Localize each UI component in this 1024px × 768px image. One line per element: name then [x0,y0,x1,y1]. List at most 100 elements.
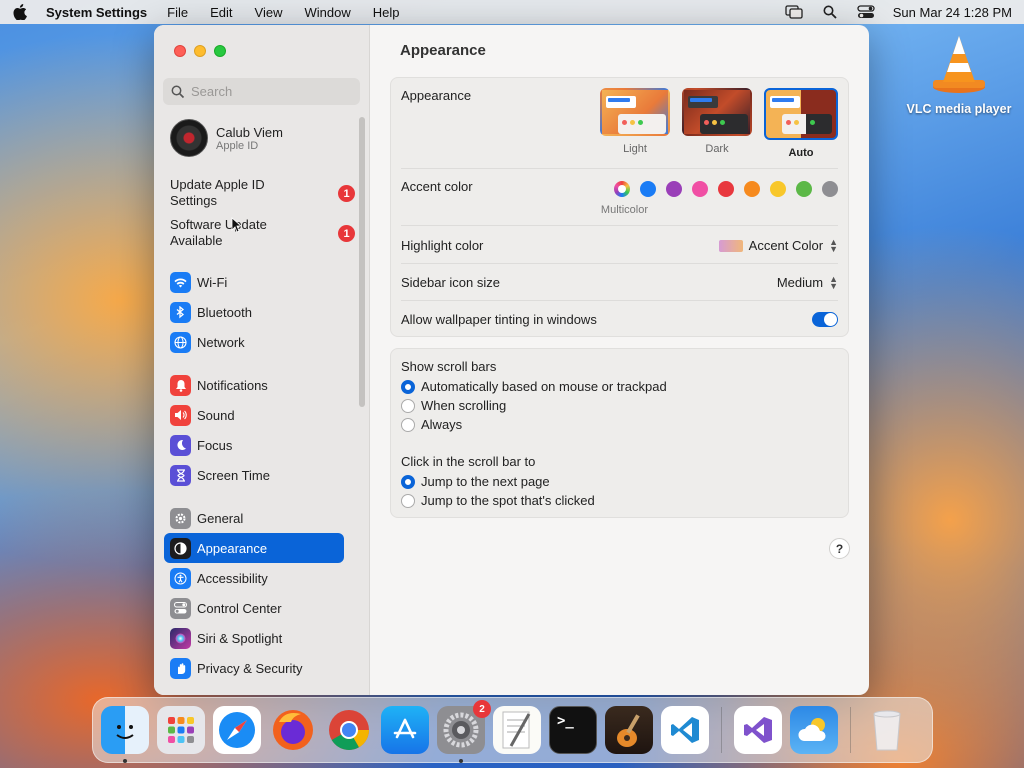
running-indicator [123,759,127,763]
accent-green-swatch[interactable] [796,181,812,197]
radio-button[interactable] [401,417,415,432]
sidebar-item-label: Privacy & Security [197,660,303,676]
sidebar-icon-size-label: Sidebar icon size [401,275,500,290]
dock-launchpad-icon[interactable] [157,706,205,754]
dock-textedit-icon[interactable] [493,706,541,754]
dock-garageband-icon[interactable] [605,706,653,754]
radio-jump-spot-clicked[interactable]: Jump to the spot that's clicked [401,493,595,508]
sidebar-item-wifi[interactable]: Wi-Fi [164,267,344,297]
desktop-vlc-shortcut[interactable]: VLC media player [900,34,1018,116]
screen-mirroring-icon[interactable] [785,5,803,19]
radio-label: Always [421,417,463,432]
apple-menu-icon[interactable] [12,4,28,20]
radio-button[interactable] [401,379,415,394]
radio-button[interactable] [401,398,415,413]
accent-pink-swatch[interactable] [692,181,708,197]
dock-weather-icon[interactable] [790,706,838,754]
sidebar-item-appearance[interactable]: Appearance [164,533,344,563]
avatar [170,119,208,157]
menu-edit[interactable]: Edit [210,5,232,20]
menu-view[interactable]: View [255,5,283,20]
highlight-color-label: Highlight color [401,238,484,253]
radio-scroll-always[interactable]: Always [401,417,462,432]
sidebar-item-accessibility[interactable]: Accessibility [164,563,344,593]
dock-firefox-icon[interactable] [269,706,317,754]
scroll-bar-settings-card: Show scroll bars Automatically based on … [390,348,849,518]
menu-help[interactable]: Help [373,5,400,20]
search-input[interactable]: Search [163,78,360,105]
appearance-option-dark[interactable]: Dark [682,88,752,159]
light-mode-thumbnail-icon [600,88,670,136]
dock-vscode-icon[interactable] [661,706,709,754]
update-apple-id-notice[interactable]: Update Apple ID Settings 1 [170,177,355,209]
wallpaper-tinting-toggle[interactable] [812,312,838,327]
menu-window[interactable]: Window [304,5,350,20]
minimize-window-button[interactable] [194,45,206,57]
software-update-notice[interactable]: Software Update Available 1 [170,217,355,249]
scrollbar-thumb[interactable] [359,117,365,407]
appearance-option-light[interactable]: Light [600,88,670,159]
sidebar-item-focus[interactable]: Focus [164,430,344,460]
menu-file[interactable]: File [167,5,188,20]
sidebar-scrollbar[interactable] [359,117,365,407]
sidebar-item-network[interactable]: Network [164,327,344,357]
close-window-button[interactable] [174,45,186,57]
show-scroll-bars-row: Show scroll bars [401,359,838,374]
appearance-option-auto[interactable]: Auto [764,88,838,159]
accent-blue-swatch[interactable] [640,181,656,197]
accent-purple-swatch[interactable] [666,181,682,197]
dock-safari-icon[interactable] [213,706,261,754]
highlight-color-popup[interactable]: Accent Color ▲ ▼ [718,237,838,253]
accent-graphite-swatch[interactable] [822,181,838,197]
dock-system-settings-icon[interactable]: 2 [437,700,491,763]
notification-badge: 1 [338,185,355,202]
accent-orange-swatch[interactable] [744,181,760,197]
radio-button[interactable] [401,493,415,508]
sidebar-item-privacy-security[interactable]: Privacy & Security [164,653,344,683]
dock-visual-studio-icon[interactable] [734,706,782,754]
search-icon [171,85,185,99]
sidebar-item-control-center[interactable]: Control Center [164,593,344,623]
sidebar-item-label: Wi-Fi [197,274,228,290]
accent-red-swatch[interactable] [718,181,734,197]
radio-jump-next-page[interactable]: Jump to the next page [401,474,550,489]
sidebar-item-label: Network [197,334,245,350]
control-center-icon[interactable] [857,5,875,19]
sidebar-item-bluetooth[interactable]: Bluetooth [164,297,344,327]
zoom-window-button[interactable] [214,45,226,57]
highlight-color-value: Accent Color [748,238,824,253]
appearance-label: Appearance [401,88,472,103]
highlight-color-row: Highlight color Accent Color ▲ ▼ [401,237,838,253]
show-scroll-bars-label: Show scroll bars [401,359,497,374]
dock-app-store-icon[interactable] [381,706,429,754]
app-name-menu[interactable]: System Settings [46,5,147,20]
sidebar-icon-size-popup[interactable]: Medium ▲ ▼ [777,274,838,290]
notification-badge: 1 [338,225,355,242]
mouse-pointer-icon [231,217,243,233]
help-button[interactable]: ? [829,538,850,559]
appearance-settings-card: Appearance Light Dark Auto Accent color … [390,77,849,337]
accent-color-label: Accent color [401,179,473,194]
dock-terminal-icon[interactable]: >_ [549,706,597,754]
sidebar-item-label: Appearance [197,540,268,556]
click-scroll-bar-label: Click in the scroll bar to [401,454,536,469]
sidebar-item-general[interactable]: General [164,503,344,533]
sidebar-item-screen-time[interactable]: Screen Time [164,460,344,490]
appearance-icon [170,537,191,559]
radio-button[interactable] [401,474,415,489]
apple-id-account[interactable]: Calub Viem Apple ID [170,119,283,157]
radio-scroll-automatic[interactable]: Automatically based on mouse or trackpad [401,379,667,394]
sidebar-item-sound[interactable]: Sound [164,400,344,430]
accent-multicolor-swatch[interactable] [614,181,630,197]
menubar-clock[interactable]: Sun Mar 24 1:28 PM [893,5,1012,20]
accent-yellow-swatch[interactable] [770,181,786,197]
spotlight-search-icon[interactable] [821,5,839,19]
sidebar-item-siri-spotlight[interactable]: Siri & Spotlight [164,623,344,653]
dock-chrome-icon[interactable] [325,706,373,754]
radio-label: Jump to the spot that's clicked [421,493,595,508]
radio-scroll-when-scrolling[interactable]: When scrolling [401,398,506,413]
dock-trash-icon[interactable] [863,706,911,754]
sidebar-item-notifications[interactable]: Notifications [164,370,344,400]
dark-mode-thumbnail-icon [682,88,752,136]
dock-finder-icon[interactable] [101,706,149,763]
